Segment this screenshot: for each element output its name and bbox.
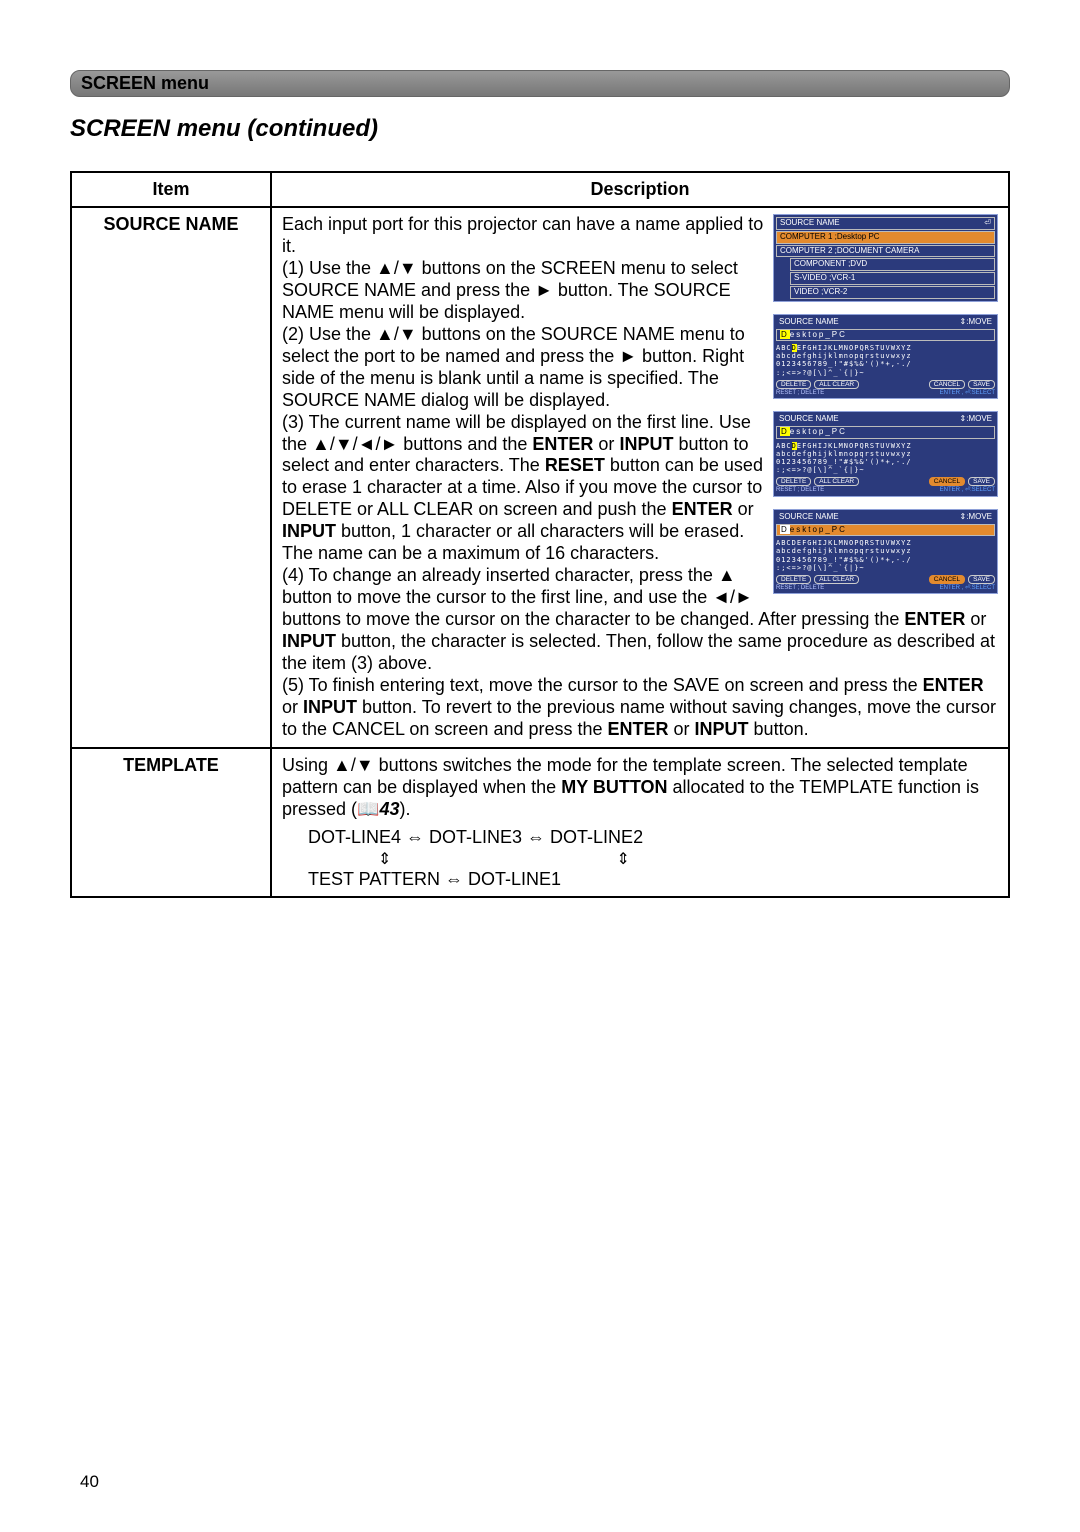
updown-icon: ⇕ xyxy=(378,849,391,869)
mini-editor-2: SOURCE NAME ⇕:MOVE Desktop_PC ABCDEFGHIJK… xyxy=(773,411,998,497)
kw-input: INPUT xyxy=(619,434,673,454)
row-template: TEMPLATE Using ▲/▼ buttons switches the … xyxy=(71,748,1009,897)
mini-chargrid: ABCDEFGHIJKLMNOPQRSTUVWXYZ abcdefghijklm… xyxy=(776,539,995,571)
mini-move-label: ⇕:MOVE xyxy=(960,513,992,522)
mini-chargrid: ABCDEFGHIJKLMNOPQRSTUVWXYZ abcdefghijklm… xyxy=(776,442,995,474)
mini-delete-btn: DELETE xyxy=(776,477,811,486)
section-title: SCREEN menu (continued) xyxy=(70,115,1010,143)
kw-input: INPUT xyxy=(282,521,336,541)
kw-reset: RESET xyxy=(545,455,605,475)
mini-cancel-btn: CANCEL xyxy=(929,477,965,486)
mini-source-title: SOURCE NAME xyxy=(780,219,840,228)
kw-input: INPUT xyxy=(282,631,336,651)
kw-enter: ENTER xyxy=(672,499,733,519)
mini-source-row: VIDEO ;VCR-2 xyxy=(790,286,995,299)
menu-bar: SCREEN menu xyxy=(70,70,1010,97)
row-source-name: SOURCE NAME SOURCE NAME ⏎ COMPUTER 1 ;Des… xyxy=(71,207,1009,748)
mini-save-btn: SAVE xyxy=(968,575,995,584)
mini-delete-btn: DELETE xyxy=(776,380,811,389)
mini-source-menu: SOURCE NAME ⏎ COMPUTER 1 ;Desktop PC COMP… xyxy=(773,214,998,302)
kw-enter: ENTER xyxy=(608,719,669,739)
mini-source-row: COMPONENT ;DVD xyxy=(790,258,995,271)
mini-editor-1: SOURCE NAME ⇕:MOVE Desktop_PC ABCDEFGHIJK… xyxy=(773,314,998,400)
mini-btn-row: DELETE ALL CLEAR CANCEL SAVE xyxy=(776,477,995,486)
mini-source-row: COMPUTER 2 ;DOCUMENT CAMERA xyxy=(776,245,995,258)
mini-editor-3: SOURCE NAME ⇕:MOVE Desktop_PC ABCDEFGHIJK… xyxy=(773,509,998,595)
mini-cancel-btn: CANCEL xyxy=(929,575,965,584)
mini-delete-btn: DELETE xyxy=(776,575,811,584)
mini-name-input: Desktop_PC xyxy=(776,426,995,439)
mini-name-input: Desktop_PC xyxy=(776,329,995,342)
main-table: Item Description SOURCE NAME SOURCE NAME… xyxy=(70,171,1010,898)
updown-icon: ⇕ xyxy=(616,849,629,869)
mini-footer-right: ENTER , ⏎:SELECT xyxy=(940,390,995,397)
mini-footer-left: RESET ; DELETE xyxy=(776,390,824,397)
kw-input: INPUT xyxy=(303,697,357,717)
mini-footer-left: RESET ; DELETE xyxy=(776,487,824,494)
page-ref: 43 xyxy=(379,799,399,819)
mini-move-label: ⇕:MOVE xyxy=(960,415,992,424)
mini-name-input: Desktop_PC xyxy=(776,524,995,537)
menu-bar-label: SCREEN menu xyxy=(81,73,209,93)
template-flow: DOT-LINE4 ⇔ DOT-LINE3 ⇔ DOT-LINE2 ⇕ ⇕ TE… xyxy=(282,827,998,890)
kw-enter: ENTER xyxy=(904,609,965,629)
mini-nav-icon: ⏎ xyxy=(984,219,991,228)
mini-allclear-btn: ALL CLEAR xyxy=(814,477,859,486)
item-template: TEMPLATE xyxy=(71,748,271,897)
mini-save-btn: SAVE xyxy=(968,380,995,389)
page-number: 40 xyxy=(80,1472,99,1492)
col-item-header: Item xyxy=(71,172,271,207)
mini-source-row: S-VIDEO ;VCR-1 xyxy=(790,272,995,285)
mini-cancel-btn: CANCEL xyxy=(929,380,965,389)
mini-editor-title: SOURCE NAME xyxy=(779,318,839,327)
mini-allclear-btn: ALL CLEAR xyxy=(814,575,859,584)
template-desc: Using ▲/▼ buttons switches the mode for … xyxy=(282,755,998,821)
kw-mybutton: MY BUTTON xyxy=(561,777,667,797)
mini-footer-right: ENTER , ⏎:SELECT xyxy=(940,487,995,494)
mini-editor-title: SOURCE NAME xyxy=(779,513,839,522)
src-step5: (5) To finish entering text, move the cu… xyxy=(282,675,998,741)
mini-btn-row: DELETE ALL CLEAR CANCEL SAVE xyxy=(776,575,995,584)
flow-line-2: TEST PATTERN ⇔ DOT-LINE1 xyxy=(282,869,998,890)
col-desc-header: Description xyxy=(271,172,1009,207)
mini-btn-row: DELETE ALL CLEAR CANCEL SAVE xyxy=(776,380,995,389)
book-icon: 📖 xyxy=(357,799,379,819)
illustration-panels: SOURCE NAME ⏎ COMPUTER 1 ;Desktop PC COMP… xyxy=(773,214,998,594)
kw-enter: ENTER xyxy=(532,434,593,454)
mini-move-label: ⇕:MOVE xyxy=(960,318,992,327)
mini-editor-title: SOURCE NAME xyxy=(779,415,839,424)
mini-allclear-btn: ALL CLEAR xyxy=(814,380,859,389)
flow-line-1: DOT-LINE4 ⇔ DOT-LINE3 ⇔ DOT-LINE2 xyxy=(282,827,998,848)
item-source-name: SOURCE NAME xyxy=(71,207,271,748)
mini-save-btn: SAVE xyxy=(968,477,995,486)
mini-source-row: COMPUTER 1 ;Desktop PC xyxy=(776,231,995,244)
kw-input: INPUT xyxy=(695,719,749,739)
mini-chargrid: ABCDEFGHIJKLMNOPQRSTUVWXYZ abcdefghijklm… xyxy=(776,344,995,376)
mini-footer-left: RESET ; DELETE xyxy=(776,585,824,592)
kw-enter: ENTER xyxy=(923,675,984,695)
mini-footer-right: ENTER , ⏎:SELECT xyxy=(940,585,995,592)
